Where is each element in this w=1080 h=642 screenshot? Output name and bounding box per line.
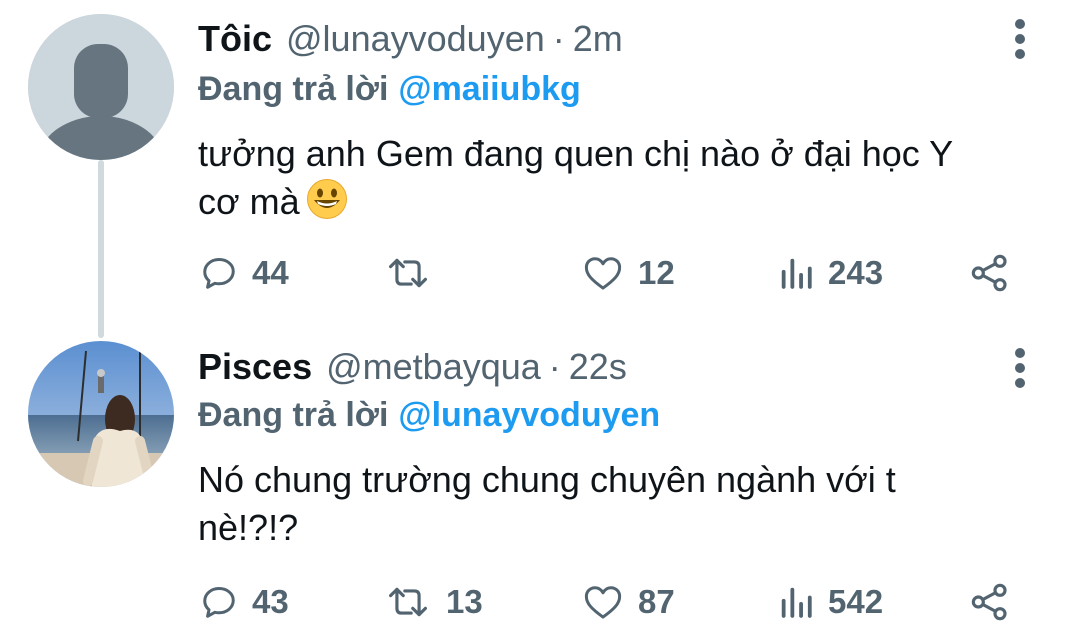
- retweet-icon: [389, 587, 427, 617]
- retweet-icon: [389, 258, 427, 288]
- tweet-text: Nó chung trường chung chuyên ngành với t…: [198, 456, 1018, 552]
- reply-icon: [203, 587, 235, 618]
- mention-link[interactable]: @maiiubkg: [398, 70, 580, 108]
- tweet-actions: 44 12 243: [198, 246, 1028, 300]
- share-icon: [971, 583, 1007, 621]
- tweet-header: Tôic @lunayvoduyen · 2m: [198, 14, 623, 64]
- user-handle[interactable]: @metbayqua: [326, 346, 541, 388]
- mention-link[interactable]: @lunayvoduyen: [398, 396, 660, 434]
- separator-dot: ·: [548, 346, 561, 387]
- retweet-button[interactable]: 13: [384, 575, 483, 629]
- like-button[interactable]: 12: [582, 246, 675, 300]
- display-name[interactable]: Pisces: [198, 346, 312, 388]
- thread-connector-line: [98, 160, 104, 338]
- more-options-icon[interactable]: [1008, 17, 1032, 61]
- like-icon: [584, 257, 622, 290]
- timestamp[interactable]: 2m: [573, 18, 623, 60]
- photo-avatar-girl-on-swing: [28, 341, 174, 487]
- tweet-text: tưởng anh Gem đang quen chị nào ở đại họ…: [198, 130, 1018, 226]
- avatar[interactable]: [28, 341, 174, 487]
- grinning-face-emoji: [306, 179, 347, 219]
- share-icon: [971, 254, 1007, 292]
- replying-to: Đang trả lời @maiiubkg: [198, 70, 581, 114]
- retweet-button[interactable]: [384, 246, 446, 300]
- timestamp[interactable]: 22s: [569, 346, 627, 388]
- reply-button[interactable]: 44: [200, 246, 289, 300]
- like-icon: [584, 586, 622, 619]
- separator-dot: ·: [552, 18, 565, 59]
- like-count: 12: [638, 254, 675, 291]
- tweet-actions: 43 13 87 542: [198, 575, 1028, 629]
- views-icon: [781, 587, 812, 618]
- user-handle[interactable]: @lunayvoduyen: [286, 18, 545, 60]
- avatar[interactable]: [28, 14, 174, 160]
- display-name[interactable]: Tôic: [198, 18, 272, 60]
- like-count: 87: [638, 583, 675, 620]
- tweet-text-line: cơ mà: [198, 178, 1018, 226]
- view-count: 542: [828, 583, 884, 620]
- replying-label: Đang trả lời: [198, 396, 389, 434]
- more-options-icon[interactable]: [1008, 346, 1032, 390]
- reply-icon: [203, 258, 235, 289]
- reply-button[interactable]: 43: [200, 575, 289, 629]
- share-button[interactable]: [970, 246, 1010, 300]
- tweet-text-line: tưởng anh Gem đang quen chị nào ở đại họ…: [198, 133, 954, 174]
- views-icon: [781, 258, 812, 289]
- reply-count: 44: [252, 254, 289, 291]
- tweet-text-line: nè!?!?: [198, 507, 299, 548]
- share-button[interactable]: [970, 575, 1010, 629]
- tweet-header: Pisces @metbayqua · 22s: [198, 342, 627, 392]
- tweet-text-segment: cơ mà: [198, 181, 300, 222]
- views-button[interactable]: 243: [778, 246, 883, 300]
- replying-label: Đang trả lời: [198, 70, 389, 108]
- default-avatar-icon: [28, 14, 174, 160]
- tweet-text-line: Nó chung trường chung chuyên ngành với t: [198, 459, 896, 500]
- view-count: 243: [828, 254, 884, 291]
- retweet-count: 13: [446, 583, 483, 620]
- reply-count: 43: [252, 583, 289, 620]
- replying-to: Đang trả lời @lunayvoduyen: [198, 396, 660, 440]
- views-button[interactable]: 542: [778, 575, 883, 629]
- like-button[interactable]: 87: [582, 575, 675, 629]
